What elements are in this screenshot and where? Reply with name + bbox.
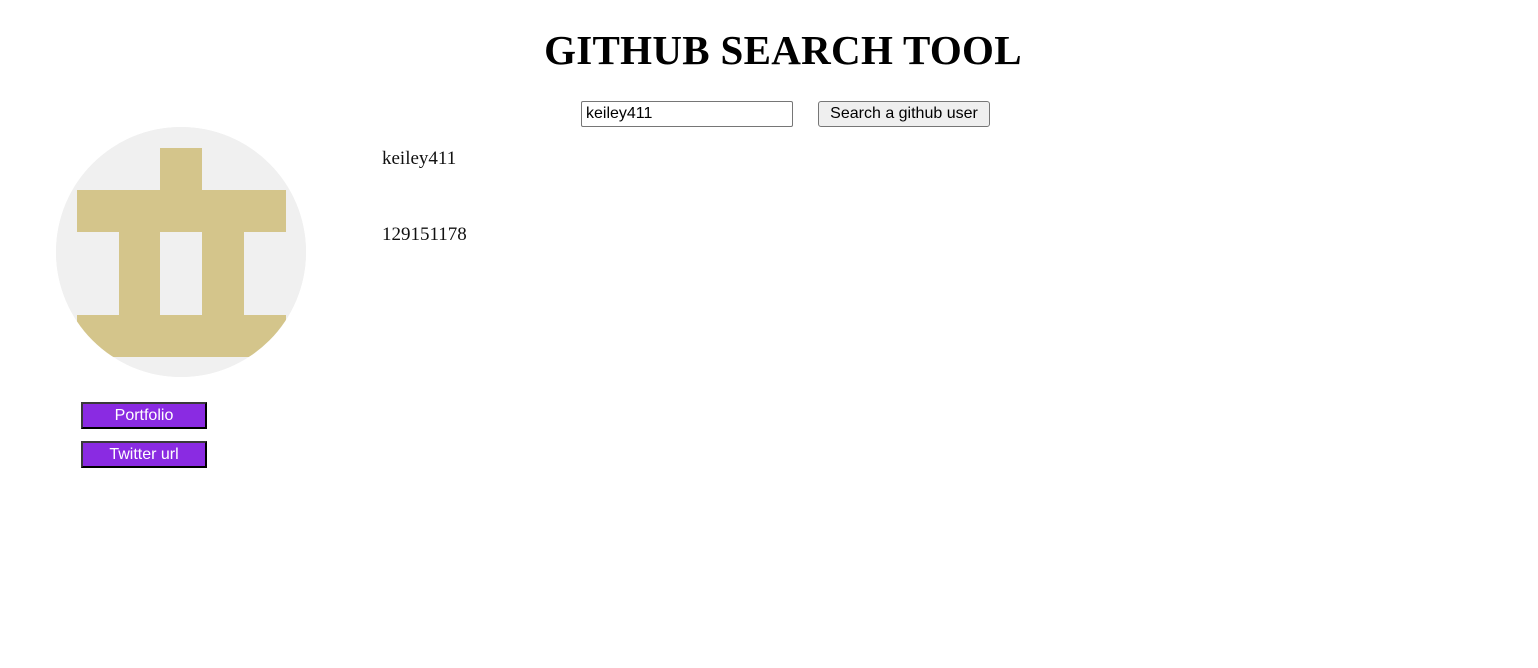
username: keiley411: [382, 148, 457, 169]
user-id: 129151178: [382, 224, 467, 245]
twitter-url-button[interactable]: Twitter url: [81, 441, 207, 468]
portfolio-button[interactable]: Portfolio: [81, 402, 207, 429]
identicon-avatar-icon: [56, 127, 306, 377]
search-input[interactable]: [581, 101, 793, 127]
search-button[interactable]: Search a github user: [818, 101, 990, 127]
page-title: GITHUB SEARCH TOOL: [544, 27, 1022, 73]
avatar: [56, 127, 306, 377]
